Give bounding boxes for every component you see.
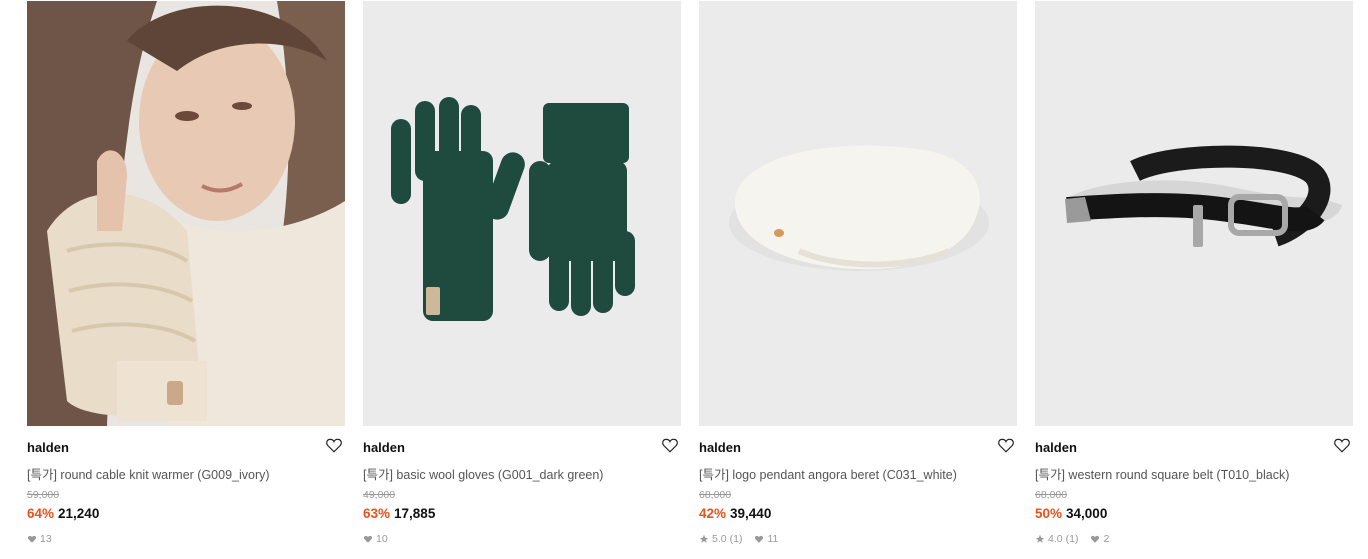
review-count: (1) xyxy=(1065,533,1079,545)
product-image[interactable] xyxy=(27,1,345,426)
like-count: 10 xyxy=(376,533,388,545)
brand-name[interactable]: halden xyxy=(1035,440,1077,455)
product-meta: halden [특가] western round square belt (T… xyxy=(1035,426,1353,558)
product-meta: halden [특가] logo pendant angora beret (C… xyxy=(699,426,1017,558)
price-row: 50% 34,000 xyxy=(1035,506,1107,521)
product-card[interactable]: halden [특가] basic wool gloves (G001_dark… xyxy=(363,1,681,558)
heart-icon xyxy=(1091,535,1100,543)
belt-photo xyxy=(1035,1,1353,426)
product-card[interactable]: halden [특가] logo pendant angora beret (C… xyxy=(699,1,1017,558)
sale-price: 21,240 xyxy=(58,506,100,521)
heart-outline-icon[interactable] xyxy=(1333,436,1351,454)
product-stats: 13 xyxy=(27,533,52,545)
product-name[interactable]: [특가] round cable knit warmer (G009_ivory… xyxy=(27,464,270,483)
product-name[interactable]: [특가] western round square belt (T010_bla… xyxy=(1035,464,1289,483)
product-card[interactable]: halden [특가] western round square belt (T… xyxy=(1035,1,1353,558)
product-card[interactable]: halden [특가] round cable knit warmer (G00… xyxy=(27,1,345,558)
product-meta: halden [특가] basic wool gloves (G001_dark… xyxy=(363,426,681,558)
product-meta: halden [특가] round cable knit warmer (G00… xyxy=(27,426,345,558)
heart-icon xyxy=(363,535,373,543)
heart-outline-icon[interactable] xyxy=(661,436,679,454)
product-name[interactable]: [특가] logo pendant angora beret (C031_whi… xyxy=(699,464,957,483)
review-count: (1) xyxy=(729,533,743,545)
brand-name[interactable]: halden xyxy=(699,440,741,455)
product-stats: 5.0 (1) 11 xyxy=(699,533,778,545)
heart-outline-icon[interactable] xyxy=(325,436,343,454)
heart-outline-icon[interactable] xyxy=(997,436,1015,454)
original-price: 68,000 xyxy=(699,489,732,501)
brand-name[interactable]: halden xyxy=(363,440,405,455)
heart-icon xyxy=(27,535,37,543)
sale-price: 17,885 xyxy=(394,506,436,521)
discount-rate: 42% xyxy=(699,506,727,521)
like-count: 11 xyxy=(767,533,779,545)
sale-price: 34,000 xyxy=(1066,506,1108,521)
discount-rate: 63% xyxy=(363,506,391,521)
discount-rate: 64% xyxy=(27,506,55,521)
rating-value: 4.0 xyxy=(1048,533,1063,545)
discount-rate: 50% xyxy=(1035,506,1063,521)
price-row: 42% 39,440 xyxy=(699,506,771,521)
heart-icon xyxy=(755,535,764,543)
product-stats: 4.0 (1) 2 xyxy=(1035,533,1109,545)
like-count: 13 xyxy=(40,533,52,545)
like-count: 2 xyxy=(1103,533,1110,545)
beret-photo xyxy=(699,1,1017,426)
gloves-photo xyxy=(363,1,681,426)
product-grid: halden [특가] round cable knit warmer (G00… xyxy=(27,1,1353,558)
knit-warmer-photo xyxy=(27,1,345,426)
product-name[interactable]: [특가] basic wool gloves (G001_dark green) xyxy=(363,464,603,483)
star-icon xyxy=(1035,534,1045,543)
price-row: 63% 17,885 xyxy=(363,506,435,521)
product-image[interactable] xyxy=(1035,1,1353,426)
original-price: 68,000 xyxy=(1035,489,1068,501)
original-price: 59,000 xyxy=(27,489,60,501)
star-icon xyxy=(699,534,709,543)
sale-price: 39,440 xyxy=(730,506,772,521)
product-image[interactable] xyxy=(363,1,681,426)
product-stats: 10 xyxy=(363,533,388,545)
brand-name[interactable]: halden xyxy=(27,440,69,455)
rating-value: 5.0 xyxy=(712,533,727,545)
original-price: 49,000 xyxy=(363,489,396,501)
product-image[interactable] xyxy=(699,1,1017,426)
price-row: 64% 21,240 xyxy=(27,506,99,521)
